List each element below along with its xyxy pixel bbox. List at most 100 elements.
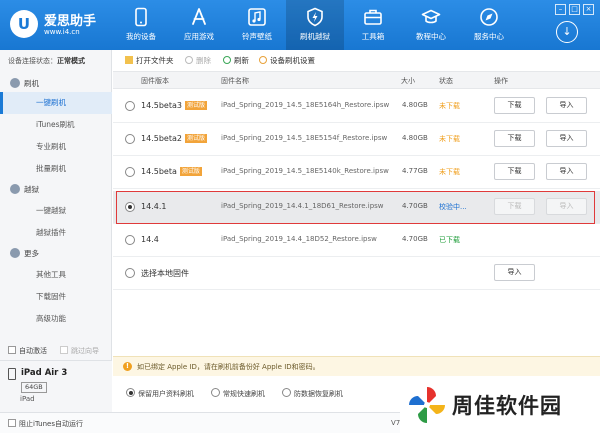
table-row-local-firmware[interactable]: 选择本地固件 导入: [113, 257, 600, 290]
col-action: 操作: [494, 77, 508, 85]
download-manager-button[interactable]: ↓: [556, 21, 578, 43]
nav-apps-games[interactable]: 应用游戏: [170, 0, 228, 50]
checkbox-label: 自动激活: [19, 347, 47, 355]
row-size: 4.80GB: [402, 134, 428, 142]
sidebar-item-jailbreak-plugins[interactable]: 越狱插件: [0, 222, 112, 244]
app-version: V7: [391, 419, 401, 427]
download-button[interactable]: 下载: [494, 130, 535, 147]
row-radio[interactable]: [125, 134, 135, 144]
row-file-name: iPad_Spring_2019_14.5_18E5154f_Restore.i…: [221, 134, 388, 142]
import-local-button[interactable]: 导入: [494, 264, 535, 281]
toolbar-label: 打开文件夹: [136, 56, 174, 65]
import-button[interactable]: 导入: [546, 198, 587, 215]
row-radio[interactable]: [125, 268, 135, 278]
auto-activate-checkbox[interactable]: 自动激活: [8, 346, 47, 356]
nav-my-device[interactable]: 我的设备: [112, 0, 170, 50]
firmware-toolbar: 打开文件夹 删除 刷新 设备刷机设置: [113, 50, 600, 72]
device-panel[interactable]: iPad Air 3 64GB iPad: [0, 360, 112, 412]
download-button[interactable]: 下载: [494, 163, 535, 180]
row-status: 未下载: [439, 102, 460, 110]
table-row[interactable]: 14.5beta2 测试版 iPad_Spring_2019_14.5_18E51…: [113, 123, 600, 156]
option-label: 保留用户资料刷机: [138, 390, 194, 398]
group-label: 刷机: [24, 79, 39, 88]
import-button[interactable]: 导入: [546, 163, 587, 180]
phone-icon: [135, 7, 147, 27]
option-radio: [126, 388, 135, 397]
import-button[interactable]: 导入: [546, 130, 587, 147]
sidebar-item-advanced[interactable]: 高级功能: [0, 308, 112, 330]
sidebar-group-more: 更多: [10, 248, 39, 259]
graduation-cap-icon: [421, 9, 441, 24]
open-folder-button[interactable]: 打开文件夹: [125, 55, 174, 66]
gear-icon: [259, 56, 267, 64]
conn-label: 设备连接状态：: [8, 57, 57, 65]
sidebar-item-itunes-flash[interactable]: iTunes刷机: [0, 114, 112, 136]
checkbox-box: [8, 346, 16, 354]
sidebar-group-jailbreak: 越狱: [10, 184, 39, 195]
sidebar-item-download-firmware[interactable]: 下载固件: [0, 286, 112, 308]
option-quick-flash[interactable]: 常规快速刷机: [211, 387, 265, 399]
sidebar-item-batch-flash[interactable]: 批量刷机: [0, 158, 112, 180]
table-row[interactable]: 14.5beta 测试版 iPad_Spring_2019_14.5_18E514…: [113, 156, 600, 189]
row-version: 14.5beta 测试版: [141, 167, 202, 176]
nav-toolbox[interactable]: 工具箱: [344, 0, 402, 50]
nav-ringtones-wallpapers[interactable]: 铃声壁纸: [228, 0, 286, 50]
row-version: 14.4.1: [141, 202, 167, 211]
row-radio[interactable]: [125, 101, 135, 111]
row-radio[interactable]: [125, 235, 135, 245]
jailbreak-group-icon: [10, 184, 20, 194]
watermark-text: 周佳软件园: [452, 394, 562, 418]
col-name: 固件名称: [221, 77, 249, 85]
row-radio[interactable]: [125, 202, 135, 212]
notice-bar: ! 如已绑定 Apple ID，请在刷机前备份好 Apple ID和密码。: [113, 356, 600, 376]
table-row[interactable]: 14.5beta3 测试版 iPad_Spring_2019_14.5_18E51…: [113, 90, 600, 123]
info-icon: !: [123, 362, 132, 371]
nav-flash-jailbreak[interactable]: 刷机越狱: [286, 0, 344, 50]
block-itunes-checkbox[interactable]: 阻止iTunes自动运行: [8, 419, 83, 429]
group-label: 越狱: [24, 185, 39, 194]
row-status: 已下载: [439, 236, 460, 244]
nav-label: 工具箱: [361, 32, 385, 41]
nav-tutorials[interactable]: 教程中心: [402, 0, 460, 50]
row-version: 14.5beta3 测试版: [141, 101, 207, 110]
version-text: 14.5beta: [141, 167, 177, 176]
app-logo[interactable]: U 爱思助手 www.i4.cn: [10, 8, 110, 42]
close-button[interactable]: ×: [583, 4, 594, 15]
download-button[interactable]: 下载: [494, 97, 535, 114]
flash-group-icon: [10, 78, 20, 88]
sidebar-item-one-click-jailbreak[interactable]: 一键越狱: [0, 200, 112, 222]
logo-icon: U: [10, 10, 38, 38]
connection-status: 设备连接状态：正常模式: [8, 56, 85, 66]
import-button[interactable]: 导入: [546, 97, 587, 114]
table-row-selected[interactable]: 14.4.1 iPad_Spring_2019_14.4.1_18D61_Res…: [113, 191, 600, 224]
window-controls: – □ ×: [552, 4, 594, 15]
delete-button[interactable]: 删除: [185, 55, 211, 66]
table-header: 固件版本 固件名称 大小 状态 操作: [113, 72, 600, 89]
option-keep-data[interactable]: 保留用户资料刷机: [126, 387, 194, 399]
skip-guide-checkbox[interactable]: 跳过向导: [60, 346, 99, 356]
flash-settings-button[interactable]: 设备刷机设置: [259, 55, 315, 66]
row-file-name: iPad_Spring_2019_14.5_18E5164h_Restore.i…: [221, 101, 390, 109]
checkbox-label: 阻止iTunes自动运行: [19, 420, 83, 428]
compass-icon: [480, 8, 498, 26]
nav-service-center[interactable]: 服务中心: [460, 0, 518, 50]
col-version: 固件版本: [141, 77, 169, 85]
tablet-icon: [8, 368, 16, 380]
sidebar-item-other-tools[interactable]: 其他工具: [0, 264, 112, 286]
conn-mode: 正常模式: [57, 57, 85, 65]
option-anti-recovery[interactable]: 防数据恢复刷机: [282, 387, 343, 399]
music-icon: [248, 8, 266, 26]
download-button[interactable]: 下载: [494, 198, 535, 215]
minimize-button[interactable]: –: [555, 4, 566, 15]
maximize-button[interactable]: □: [569, 4, 580, 15]
row-radio[interactable]: [125, 167, 135, 177]
trash-icon: [185, 56, 193, 64]
option-label: 常规快速刷机: [223, 390, 265, 398]
checkbox-label: 跳过向导: [71, 347, 99, 355]
table-row[interactable]: 14.4 iPad_Spring_2019_14.4_18D52_Restore…: [113, 224, 600, 257]
sidebar-item-pro-flash[interactable]: 专业刷机: [0, 136, 112, 158]
sidebar-item-one-click-flash[interactable]: 一键刷机: [0, 92, 112, 114]
download-arrow-icon: ↓: [562, 25, 572, 38]
refresh-button[interactable]: 刷新: [223, 55, 249, 66]
notice-text: 如已绑定 Apple ID，请在刷机前备份好 Apple ID和密码。: [137, 363, 320, 371]
